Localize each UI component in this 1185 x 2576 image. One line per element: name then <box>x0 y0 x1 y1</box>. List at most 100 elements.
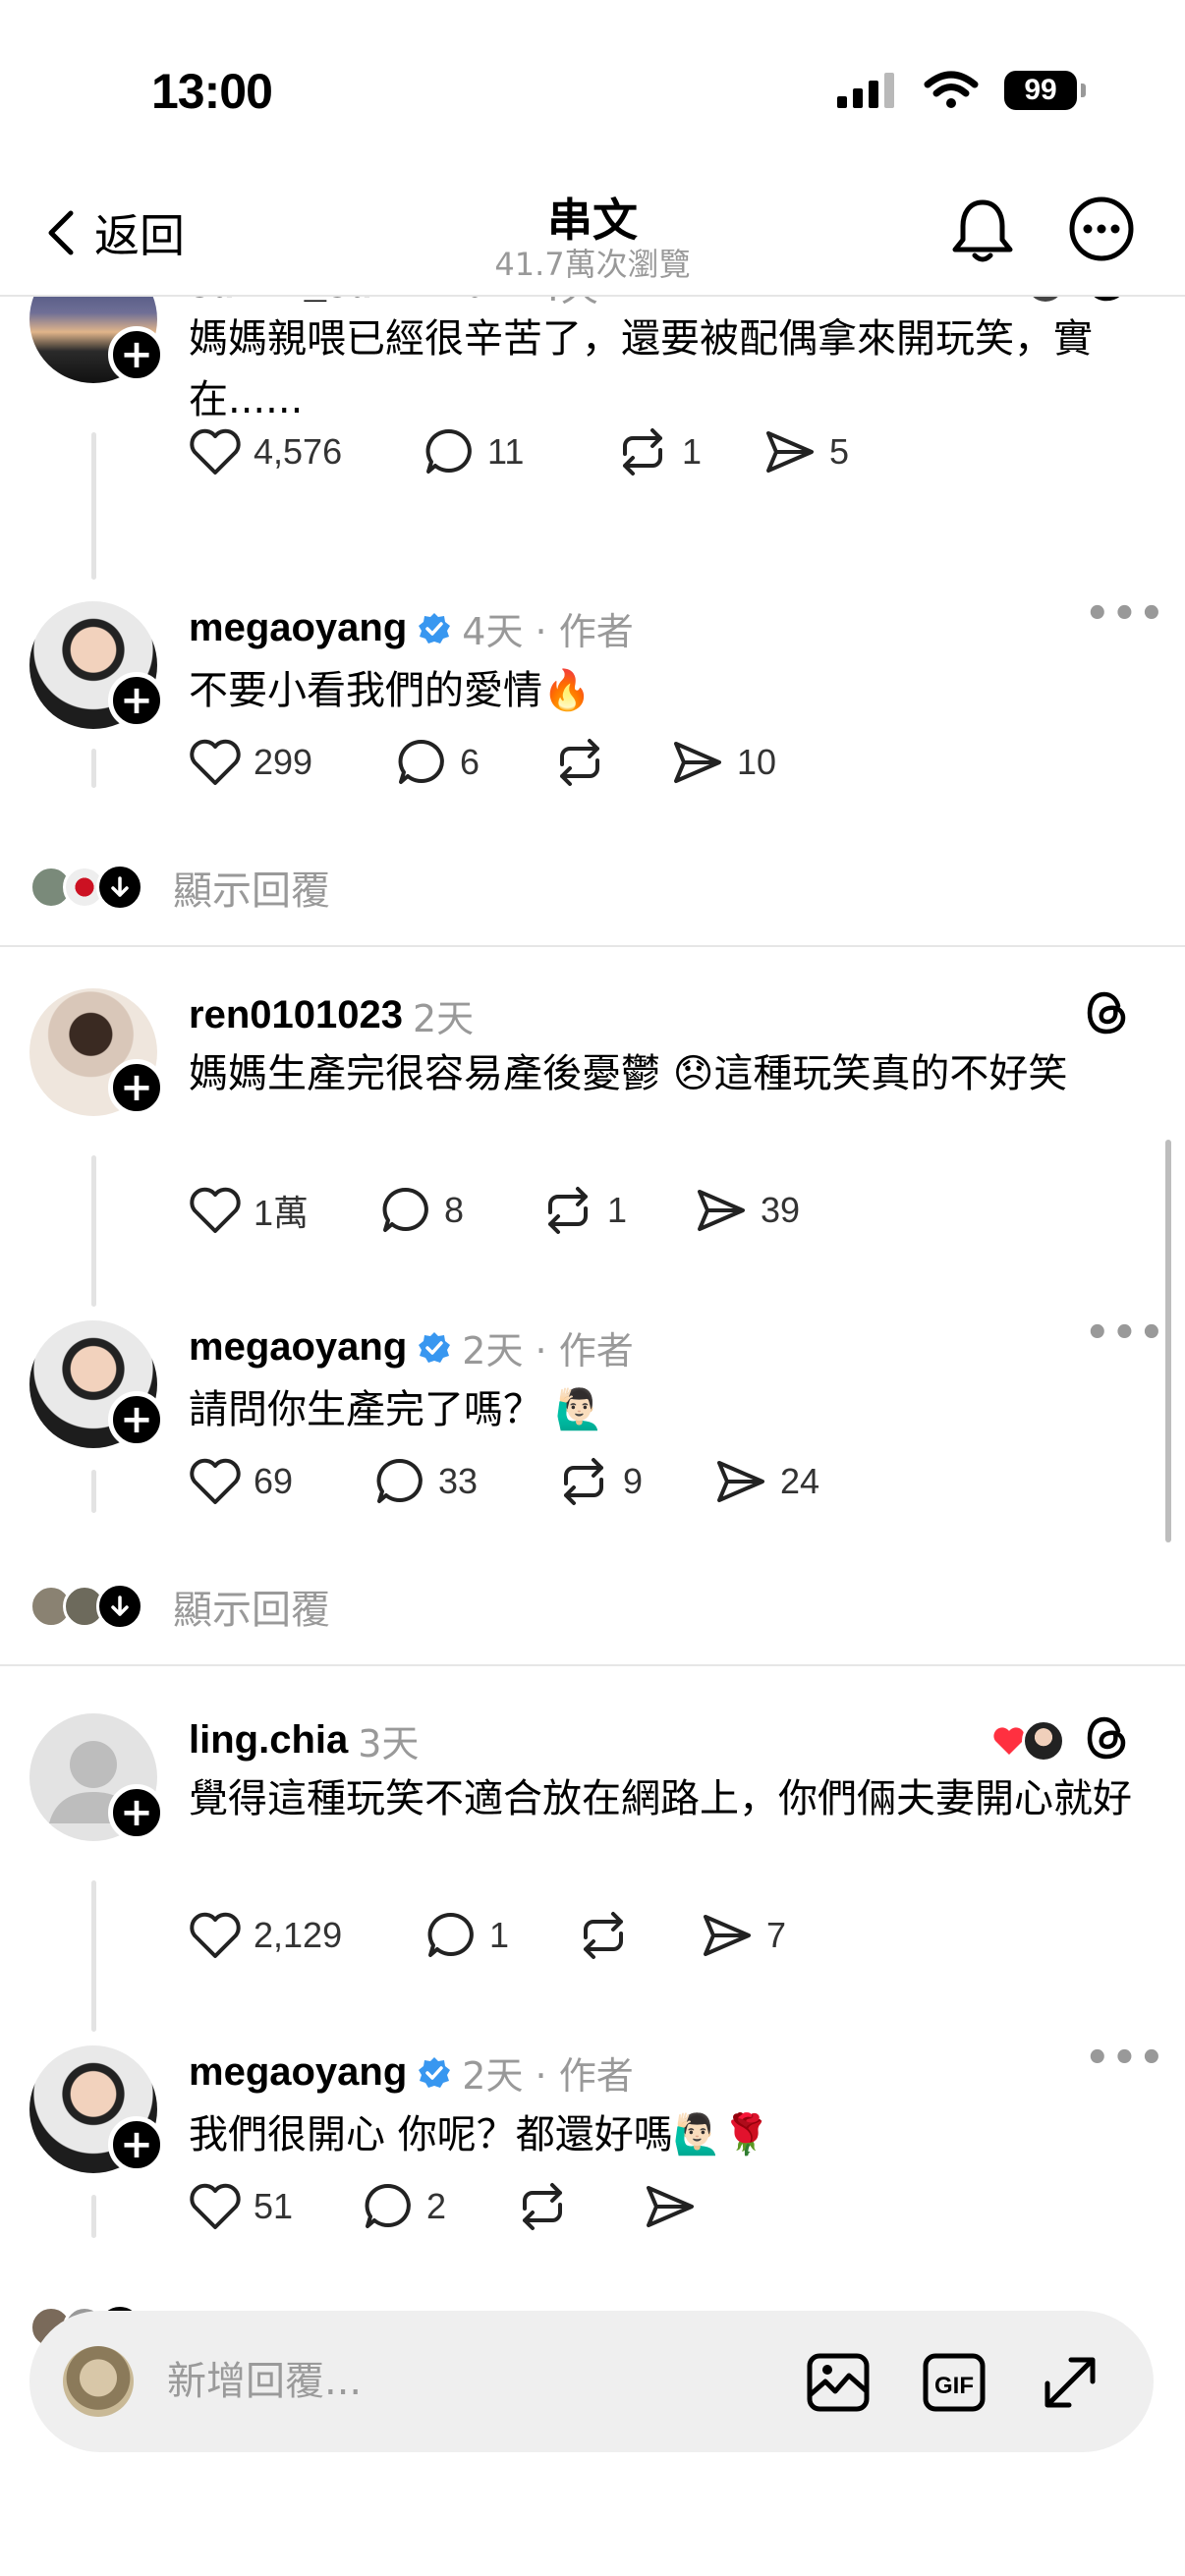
send-icon <box>698 1190 745 1231</box>
username[interactable]: ling.chia <box>189 1718 348 1763</box>
comment-button[interactable]: 1 <box>424 1910 576 1961</box>
wifi-icon <box>924 71 979 108</box>
post-text: 媽媽生產完很容易產後憂鬱 😞這種玩笑真的不好笑 <box>189 1051 1068 1096</box>
send-icon <box>647 2186 694 2227</box>
scrollbar[interactable] <box>1165 1140 1171 1542</box>
post-actions: 69 33 9 24 <box>189 1456 819 1507</box>
repost-button[interactable] <box>576 1910 700 1961</box>
share-button[interactable]: 10 <box>670 738 776 787</box>
divider <box>0 945 1185 947</box>
like-count: 4,576 <box>254 431 343 472</box>
share-button[interactable]: 7 <box>700 1911 786 1960</box>
username[interactable]: megaoyang <box>189 606 407 650</box>
comment-count: 11 <box>487 431 525 472</box>
username-row: megaoyang 4天 · 作者 <box>189 601 634 655</box>
thread-line <box>91 1880 96 2032</box>
comment-button[interactable]: 11 <box>423 426 615 477</box>
post-actions: 51 2 <box>189 2181 709 2232</box>
heart-icon <box>190 1912 241 1958</box>
username-row: megaoyang 2天 · 作者 <box>189 1320 634 1374</box>
comment-button[interactable]: 8 <box>379 1185 540 1236</box>
post-actions: 1萬 8 1 39 <box>189 1185 800 1236</box>
threads-icon[interactable] <box>1085 988 1130 1037</box>
show-replies-button[interactable]: 顯示回覆 <box>29 859 330 916</box>
heart-icon <box>190 1458 241 1504</box>
post-text: 不要小看我們的愛情🔥 <box>189 668 592 713</box>
post-more-button[interactable]: ••• <box>1085 1311 1166 1356</box>
share-count: 39 <box>761 1190 801 1230</box>
username[interactable]: ren0101023 <box>189 993 403 1037</box>
repost-button[interactable]: 9 <box>556 1456 713 1507</box>
post-meta: 2天 · 作者 <box>462 1329 634 1372</box>
comment-button[interactable]: 2 <box>362 2181 515 2232</box>
status-icons: 99 <box>837 71 1086 110</box>
expand-button[interactable] <box>1034 2346 1106 2419</box>
like-button[interactable]: 4,576 <box>189 427 364 476</box>
repost-button[interactable] <box>552 737 670 788</box>
repost-icon <box>560 739 599 786</box>
comment-count: 6 <box>460 742 480 782</box>
divider <box>0 1664 1185 1666</box>
reply-composer: GIF <box>29 2311 1154 2452</box>
follow-plus-button[interactable]: + <box>108 1391 165 1448</box>
liked-by-stack <box>992 1719 1065 1763</box>
comment-icon <box>382 1187 428 1232</box>
username-row: ren0101023 2天 <box>189 988 474 1042</box>
thread-line <box>91 1470 96 1513</box>
follow-plus-button[interactable]: + <box>108 2116 165 2173</box>
post-meta: 3天 <box>358 1722 420 1765</box>
thread-header: 返回 串文 41.7萬次瀏覽 <box>0 177 1185 297</box>
share-button[interactable]: 5 <box>762 427 849 476</box>
repost-count: 1 <box>607 1190 628 1230</box>
arrow-down-icon <box>96 864 143 911</box>
like-button[interactable]: 51 <box>189 2182 362 2231</box>
reply-feed[interactable]: + sumin_sumin1011 4天 媽媽親喂已經很辛苦了，還要被配偶拿來開… <box>0 295 1185 2576</box>
share-button[interactable] <box>643 2182 709 2231</box>
comment-button[interactable]: 33 <box>373 1456 556 1507</box>
repost-button[interactable]: 1 <box>615 426 762 477</box>
post-text: 請問你生產完了嗎？ 🙋🏻‍♂️ <box>189 1387 604 1432</box>
comment-icon <box>376 1458 423 1503</box>
post-more-button[interactable]: ••• <box>1085 591 1166 637</box>
expand-icon <box>1044 2357 1096 2408</box>
like-count: 51 <box>254 2186 294 2226</box>
like-count: 299 <box>254 742 313 782</box>
show-replies-button[interactable]: 顯示回覆 <box>29 1578 330 1635</box>
heart-icon <box>190 1187 241 1233</box>
heart-icon <box>190 428 241 475</box>
like-button[interactable]: 2,129 <box>189 1911 424 1960</box>
avatar <box>63 2346 134 2417</box>
username[interactable]: megaoyang <box>189 2050 407 2095</box>
comment-count: 33 <box>438 1461 479 1501</box>
heart-icon <box>190 2183 241 2229</box>
post-actions: 299 6 10 <box>189 737 776 788</box>
send-icon <box>704 1915 751 1956</box>
repost-button[interactable] <box>515 2181 643 2232</box>
like-button[interactable]: 69 <box>189 1457 373 1506</box>
threads-icon[interactable] <box>1085 1713 1130 1763</box>
bell-icon[interactable] <box>949 195 1016 267</box>
gif-button[interactable]: GIF <box>918 2346 990 2419</box>
send-icon <box>766 431 814 473</box>
username[interactable]: megaoyang <box>189 1325 407 1370</box>
comment-button[interactable]: 6 <box>395 737 552 788</box>
follow-plus-button[interactable]: + <box>108 672 165 729</box>
follow-plus-button[interactable]: + <box>108 1059 165 1116</box>
share-button[interactable]: 24 <box>713 1457 819 1506</box>
show-replies-label: 顯示回覆 <box>173 868 330 914</box>
more-options-icon[interactable] <box>1067 195 1136 263</box>
like-button[interactable]: 1萬 <box>189 1185 379 1236</box>
heart-filled-icon <box>993 1727 1025 1755</box>
follow-plus-button[interactable]: + <box>108 326 165 383</box>
svg-text:GIF: GIF <box>934 2373 974 2399</box>
post-more-button[interactable]: ••• <box>1085 2036 1166 2081</box>
share-button[interactable]: 39 <box>694 1186 800 1235</box>
verified-badge-icon <box>419 1331 451 1363</box>
repost-button[interactable]: 1 <box>540 1185 694 1236</box>
follow-plus-button[interactable]: + <box>108 1784 165 1841</box>
like-button[interactable]: 299 <box>189 738 395 787</box>
reply-input[interactable] <box>167 2344 776 2419</box>
repost-icon <box>523 2183 562 2230</box>
thread-line <box>91 432 96 580</box>
image-button[interactable] <box>802 2346 875 2419</box>
